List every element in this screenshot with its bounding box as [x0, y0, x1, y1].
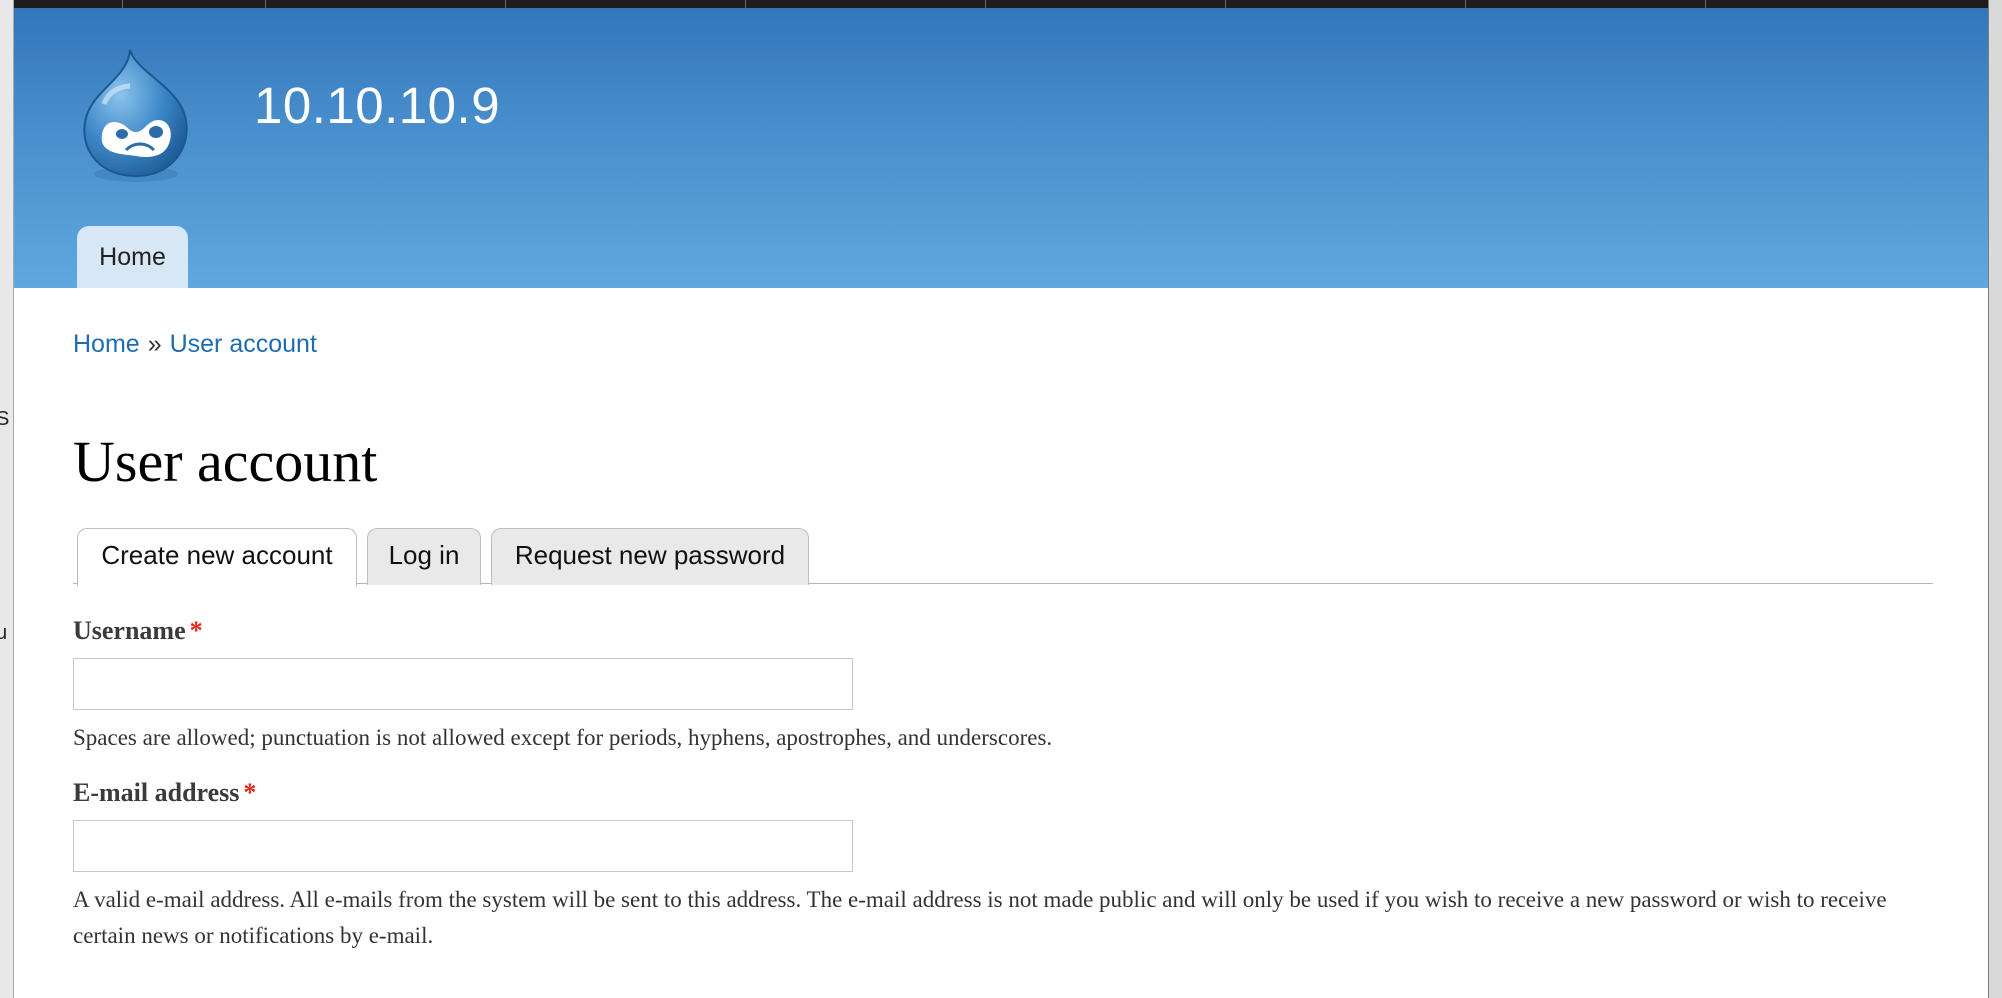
breadcrumb-home-link[interactable]: Home — [73, 330, 140, 358]
email-description: A valid e-mail address. All e-mails from… — [73, 887, 1887, 948]
account-tabs: Create new account Log in Request new pa… — [73, 518, 1933, 586]
right-window-edge — [1988, 0, 2002, 998]
email-required-marker: * — [243, 778, 257, 807]
username-description: Spaces are allowed; punctuation is not a… — [73, 725, 1053, 750]
email-input[interactable] — [73, 820, 853, 872]
tab-create-new-account[interactable]: Create new account — [77, 528, 357, 586]
username-label-text: Username — [73, 616, 186, 645]
breadcrumb: Home» User account — [73, 330, 317, 359]
browser-screen: S u 10.10.10.9 — [0, 0, 2002, 998]
web-page: 10.10.10.9 Home Home» User account User a… — [14, 8, 1988, 998]
username-input[interactable] — [73, 658, 853, 710]
email-label: E-mail address * — [73, 778, 256, 808]
browser-top-strip — [0, 0, 2002, 8]
tab-log-in[interactable]: Log in — [367, 528, 481, 585]
username-required-marker: * — [189, 616, 203, 645]
site-header: 10.10.10.9 Home — [14, 8, 1988, 288]
tab-request-new-password[interactable]: Request new password — [491, 528, 809, 585]
drupal-logo-icon[interactable] — [70, 46, 200, 186]
breadcrumb-separator: » — [147, 330, 162, 358]
site-name[interactable]: 10.10.10.9 — [254, 76, 500, 135]
email-label-text: E-mail address — [73, 778, 240, 807]
left-window-edge: S u — [0, 0, 14, 998]
page-title: User account — [73, 429, 378, 494]
breadcrumb-user-account-link[interactable]: User account — [170, 330, 317, 358]
username-label: Username * — [73, 616, 203, 646]
nav-tab-home[interactable]: Home — [77, 226, 188, 288]
